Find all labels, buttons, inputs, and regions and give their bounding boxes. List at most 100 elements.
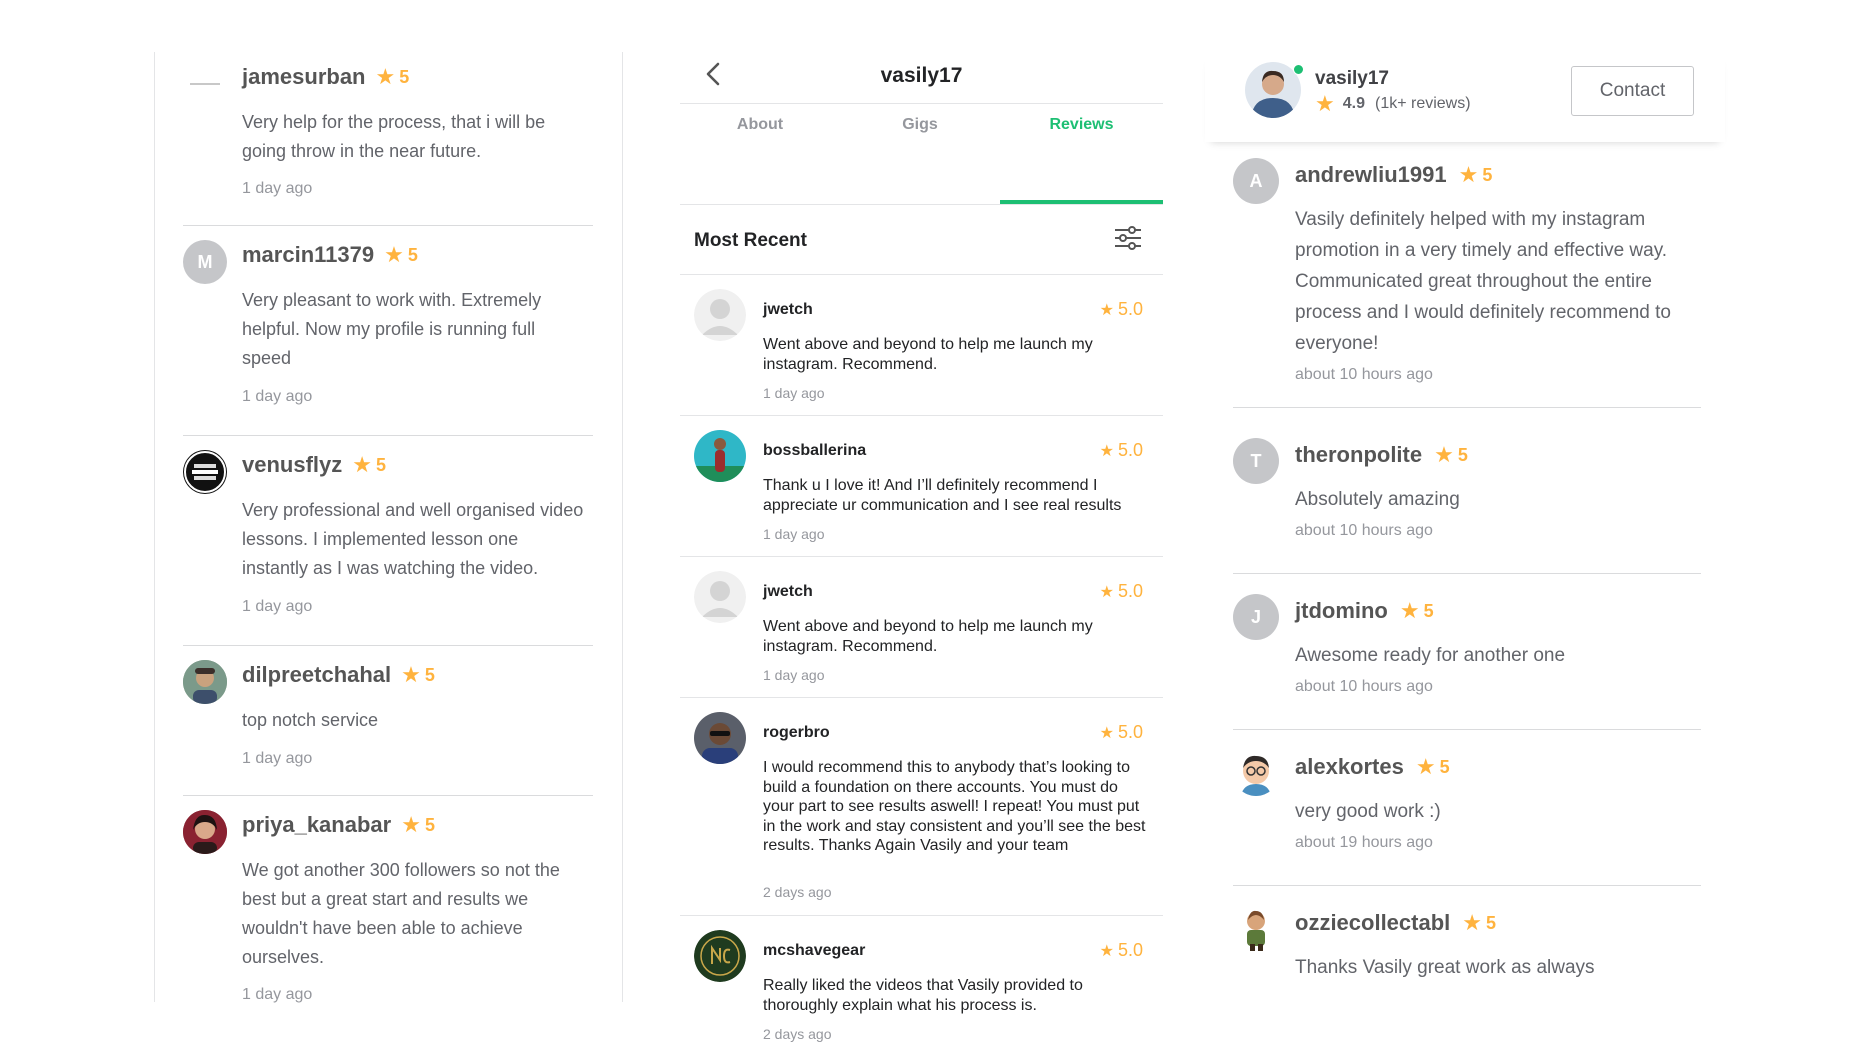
review-text: I would recommend this to anybody that’s… (763, 759, 1146, 854)
left-review-panel: jamesurban ★ 5 Very help for the process… (154, 52, 623, 1003)
review-text: Went above and beyond to help me launch … (763, 618, 1093, 655)
review-time: about 19 hours ago (1295, 834, 1433, 851)
profile-header: vasily17 (680, 52, 1163, 104)
divider (1233, 573, 1701, 574)
review-time: 1 day ago (763, 526, 825, 542)
reviewer-username[interactable]: mcshavegear (763, 942, 865, 960)
rating-value: 5.0 (1117, 581, 1143, 601)
brand-logo-icon (694, 930, 746, 982)
rating-value: 5.0 (1117, 440, 1143, 460)
star-icon: ★ (1434, 442, 1454, 467)
reviewer-header: jtdomino ★ 5 (1295, 598, 1434, 624)
reviewer-username[interactable]: bossballerina (763, 442, 866, 460)
reviewer-username[interactable]: jtdomino (1295, 598, 1388, 624)
reviewer-username[interactable]: priya_kanabar (242, 812, 391, 838)
divider (183, 435, 593, 436)
reviewer-avatar[interactable] (1233, 750, 1279, 796)
reviewer-avatar[interactable] (694, 571, 746, 623)
sliders-icon[interactable] (1112, 222, 1144, 254)
contact-button[interactable]: Contact (1571, 66, 1694, 116)
review-time: 1 day ago (763, 385, 825, 401)
review-time: 1 day ago (242, 598, 313, 615)
default-user-icon (694, 289, 746, 341)
reviewer-header: theronpolite ★ 5 (1295, 442, 1468, 468)
tab-gigs[interactable]: Gigs (840, 116, 1000, 134)
figurine-avatar-icon (1233, 906, 1279, 952)
review-item: M marcin11379 ★ 5 Very pleasant to work … (183, 240, 593, 436)
avatar-letter: J (1250, 606, 1261, 627)
review-rating: 5 (1439, 756, 1450, 777)
person-photo-icon (183, 810, 227, 854)
page-title: vasily17 (880, 64, 963, 87)
review-rating: ★ 5.0 (1100, 299, 1143, 320)
reviewer-username[interactable]: jwetch (763, 301, 813, 319)
review-item: alexkortes ★ 5 very good work :) about 1… (1233, 750, 1701, 886)
star-icon: ★ (1399, 598, 1420, 623)
reviewer-avatar[interactable] (694, 712, 746, 764)
online-status-indicator (1293, 64, 1304, 75)
review-text: Vasily definitely helped with my instagr… (1295, 209, 1671, 354)
reviewer-header: alexkortes ★ 5 (1295, 754, 1450, 780)
reviewer-avatar[interactable] (694, 930, 746, 982)
reviewer-avatar[interactable] (694, 430, 746, 482)
seller-header: vasily17 ★ 4.9 (1k+ reviews) Contact (1205, 52, 1725, 142)
divider (183, 225, 593, 226)
review-time: 2 days ago (763, 884, 832, 900)
divider (183, 795, 593, 796)
review-item: venusflyz ★ 5 Very professional and well… (183, 450, 593, 646)
divider (183, 645, 593, 646)
review-time: 1 day ago (242, 750, 313, 767)
review-text: Very professional and well organised vid… (242, 500, 584, 578)
reviewer-avatar[interactable]: T (1233, 438, 1279, 484)
star-icon: ★ (1099, 302, 1114, 319)
reviewer-avatar[interactable]: J (1233, 594, 1279, 640)
review-item: bossballerina ★ 5.0 Thank u I love it! An… (680, 416, 1163, 557)
right-review-panel: vasily17 ★ 4.9 (1k+ reviews) Contact A a… (1205, 52, 1725, 1002)
avatar-letter: M (197, 251, 213, 272)
reviewer-username[interactable]: rogerbro (763, 724, 830, 742)
reviewer-avatar[interactable]: A (1233, 158, 1279, 204)
reviewer-header: marcin11379 ★ 5 (242, 242, 418, 268)
review-item: A andrewliu1991 ★ 5 Vasily definitely he… (1233, 158, 1701, 408)
review-rating: 5 (407, 244, 418, 265)
reviewer-avatar[interactable] (183, 810, 227, 854)
tab-reviews[interactable]: Reviews (1000, 116, 1163, 134)
reviewer-username[interactable]: jamesurban (242, 64, 366, 90)
review-text: top notch service (242, 710, 379, 730)
reviewer-avatar[interactable] (183, 62, 227, 106)
reviewer-avatar[interactable] (183, 450, 227, 494)
person-photo-icon (694, 430, 746, 482)
reviewer-username[interactable]: andrewliu1991 (1295, 162, 1447, 188)
sort-label[interactable]: Most Recent (694, 230, 807, 252)
reviewer-username[interactable]: jwetch (763, 583, 813, 601)
review-rating: 5 (1482, 164, 1493, 185)
reviewer-username[interactable]: ozziecollectabl (1295, 910, 1450, 936)
review-text: Thanks Vasily great work as always (1295, 957, 1595, 978)
reviewer-header: ozziecollectabl ★ 5 (1295, 910, 1496, 936)
review-count[interactable]: (1k+ reviews) (1375, 95, 1471, 113)
reviewer-username[interactable]: theronpolite (1295, 442, 1422, 468)
review-item: jwetch ★ 5.0 Went above and beyond to hel… (680, 557, 1163, 698)
reviewer-avatar[interactable] (694, 289, 746, 341)
review-rating: 5 (1486, 912, 1497, 933)
review-rating: 5 (376, 454, 387, 475)
reviewer-username[interactable]: dilpreetchahal (242, 662, 391, 688)
reviewer-avatar[interactable] (1233, 906, 1279, 952)
person-photo-icon (183, 660, 227, 704)
star-icon: ★ (1458, 162, 1479, 187)
middle-review-panel: vasily17 About Gigs Reviews Most Recent … (680, 52, 1163, 1042)
reviewer-avatar[interactable]: M (183, 240, 227, 284)
review-text: Very help for the process, that i will b… (242, 112, 546, 161)
avatar-letter: A (1249, 170, 1263, 191)
reviewer-username[interactable]: marcin11379 (242, 242, 374, 268)
seller-username[interactable]: vasily17 (1315, 68, 1389, 90)
review-rating: 5 (424, 814, 435, 835)
star-icon: ★ (1099, 943, 1114, 960)
rating-value: 5.0 (1117, 299, 1143, 319)
reviewer-username[interactable]: venusflyz (242, 452, 342, 478)
review-text: Thank u I love it! And I’ll definitely r… (763, 477, 1122, 514)
reviewer-username[interactable]: alexkortes (1295, 754, 1404, 780)
star-icon: ★ (375, 64, 396, 89)
reviewer-avatar[interactable] (183, 660, 227, 704)
tab-about[interactable]: About (680, 116, 840, 134)
